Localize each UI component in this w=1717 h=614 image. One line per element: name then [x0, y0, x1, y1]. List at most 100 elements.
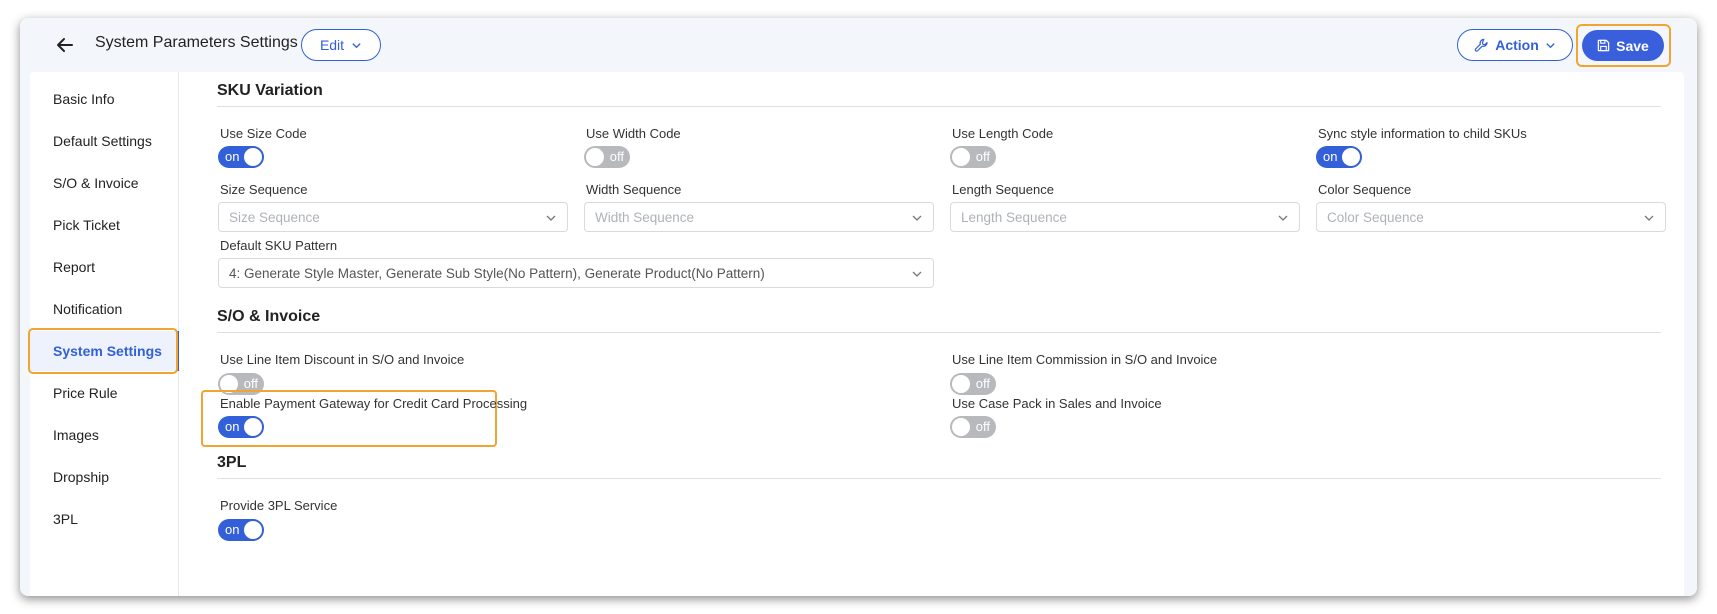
sidebar-item-label: Pick Ticket	[53, 217, 120, 233]
sidebar-item-label: Price Rule	[53, 385, 118, 401]
chevron-down-icon	[1644, 215, 1654, 221]
floppy-disk-icon	[1597, 39, 1610, 52]
chevron-down-icon	[352, 42, 361, 48]
width-sequence-placeholder: Width Sequence	[595, 209, 695, 225]
default-sku-pattern-label: Default SKU Pattern	[220, 238, 338, 253]
line-item-discount-label: Use Line Item Discount in S/O and Invoic…	[220, 352, 465, 367]
toggle-knob	[952, 418, 970, 436]
payment-gateway-label: Enable Payment Gateway for Credit Card P…	[220, 396, 528, 411]
toggle-knob	[244, 418, 262, 436]
section-divider	[217, 106, 1661, 107]
sidebar-item-default-settings[interactable]: Default Settings	[30, 121, 179, 161]
sidebar-item-images[interactable]: Images	[30, 415, 179, 455]
settings-sidebar: Basic Info Default Settings S/O & Invoic…	[28, 72, 179, 596]
settings-content: SKU Variation Use Size Code on Use Width…	[179, 72, 1684, 596]
sync-style-toggle[interactable]: on	[1316, 146, 1362, 168]
section-divider	[217, 332, 1661, 333]
color-sequence-placeholder: Color Sequence	[1327, 209, 1424, 225]
sidebar-item-dropship[interactable]: Dropship	[30, 457, 179, 497]
length-sequence-placeholder: Length Sequence	[961, 209, 1067, 225]
sidebar-item-label: Images	[53, 427, 99, 443]
payment-gateway-toggle[interactable]: on	[218, 416, 264, 438]
toggle-state-label: off	[609, 149, 624, 164]
sidebar-item-report[interactable]: Report	[30, 247, 179, 287]
color-sequence-label: Color Sequence	[1318, 182, 1412, 197]
toggle-knob	[952, 375, 970, 393]
sidebar-item-basic-info[interactable]: Basic Info	[30, 79, 179, 119]
sidebar-item-label: S/O & Invoice	[53, 175, 139, 191]
sidebar-item-label: Default Settings	[53, 133, 152, 149]
action-button-label: Action	[1495, 37, 1539, 53]
toggle-knob	[220, 375, 238, 393]
sidebar-item-system-settings[interactable]: System Settings	[30, 331, 179, 371]
toggle-state-label: on	[225, 149, 240, 164]
length-sequence-label: Length Sequence	[952, 182, 1054, 197]
color-sequence-select[interactable]: Color Sequence	[1316, 202, 1666, 232]
sidebar-item-so-invoice[interactable]: S/O & Invoice	[30, 163, 179, 203]
line-item-commission-label: Use Line Item Commission in S/O and Invo…	[952, 352, 1218, 367]
section-title-so-invoice: S/O & Invoice	[217, 308, 321, 325]
sidebar-item-label: System Settings	[53, 343, 162, 359]
toggle-state-label: on	[1323, 149, 1338, 164]
use-size-code-label: Use Size Code	[220, 126, 307, 141]
sidebar-item-label: 3PL	[53, 511, 78, 527]
sidebar-item-price-rule[interactable]: Price Rule	[30, 373, 179, 413]
size-sequence-select[interactable]: Size Sequence	[218, 202, 568, 232]
action-button[interactable]: Action	[1457, 29, 1573, 61]
toggle-state-label: off	[243, 376, 258, 391]
toggle-state-label: off	[975, 149, 990, 164]
chevron-down-icon	[912, 271, 922, 277]
case-pack-toggle[interactable]: off	[950, 416, 996, 438]
section-title-3pl: 3PL	[217, 454, 247, 471]
toggle-knob	[952, 148, 970, 166]
page-title: System Parameters Settings	[95, 34, 298, 51]
settings-panel: Basic Info Default Settings S/O & Invoic…	[28, 72, 1684, 596]
back-arrow-icon[interactable]	[54, 34, 76, 56]
chevron-down-icon	[912, 215, 922, 221]
size-sequence-placeholder: Size Sequence	[229, 209, 320, 225]
toggle-knob	[244, 521, 262, 539]
case-pack-label: Use Case Pack in Sales and Invoice	[952, 396, 1162, 411]
page-header: System Parameters Settings Edit Action S…	[20, 18, 1697, 72]
chevron-down-icon	[546, 215, 556, 221]
save-button[interactable]: Save	[1582, 30, 1664, 61]
width-sequence-label: Width Sequence	[586, 182, 682, 197]
use-size-code-toggle[interactable]: on	[218, 146, 264, 168]
sidebar-item-label: Dropship	[53, 469, 110, 485]
sidebar-item-pick-ticket[interactable]: Pick Ticket	[30, 205, 179, 245]
edit-button[interactable]: Edit	[301, 29, 381, 61]
chevron-down-icon	[1278, 215, 1288, 221]
toggle-knob	[586, 148, 604, 166]
sidebar-item-notification[interactable]: Notification	[30, 289, 179, 329]
default-sku-pattern-select[interactable]: 4: Generate Style Master, Generate Sub S…	[218, 258, 934, 288]
sidebar-item-3pl[interactable]: 3PL	[30, 499, 179, 539]
section-divider	[217, 478, 1661, 479]
toggle-state-label: off	[975, 376, 990, 391]
sidebar-item-label: Notification	[53, 301, 123, 317]
chevron-down-icon	[1546, 42, 1555, 48]
length-sequence-select[interactable]: Length Sequence	[950, 202, 1300, 232]
line-item-commission-toggle[interactable]: off	[950, 373, 996, 395]
toggle-state-label: on	[225, 522, 240, 537]
edit-button-label: Edit	[319, 37, 345, 53]
use-length-code-toggle[interactable]: off	[950, 146, 996, 168]
sync-style-label: Sync style information to child SKUs	[1318, 126, 1527, 141]
app-window: System Parameters Settings Edit Action S…	[20, 18, 1697, 596]
save-button-label: Save	[1616, 37, 1649, 54]
use-width-code-toggle[interactable]: off	[584, 146, 630, 168]
sidebar-item-label: Basic Info	[53, 91, 115, 107]
wrench-icon	[1474, 38, 1488, 52]
provide-3pl-label: Provide 3PL Service	[220, 498, 338, 513]
toggle-knob	[1342, 148, 1360, 166]
toggle-state-label: off	[975, 419, 990, 434]
use-width-code-label: Use Width Code	[586, 126, 681, 141]
toggle-state-label: on	[225, 419, 240, 434]
width-sequence-select[interactable]: Width Sequence	[584, 202, 934, 232]
size-sequence-label: Size Sequence	[220, 182, 308, 197]
section-title-sku-variation: SKU Variation	[217, 82, 323, 99]
use-length-code-label: Use Length Code	[952, 126, 1054, 141]
default-sku-pattern-value: 4: Generate Style Master, Generate Sub S…	[229, 265, 765, 281]
line-item-discount-toggle[interactable]: off	[218, 373, 264, 395]
provide-3pl-toggle[interactable]: on	[218, 519, 264, 541]
sidebar-item-label: Report	[53, 259, 96, 275]
